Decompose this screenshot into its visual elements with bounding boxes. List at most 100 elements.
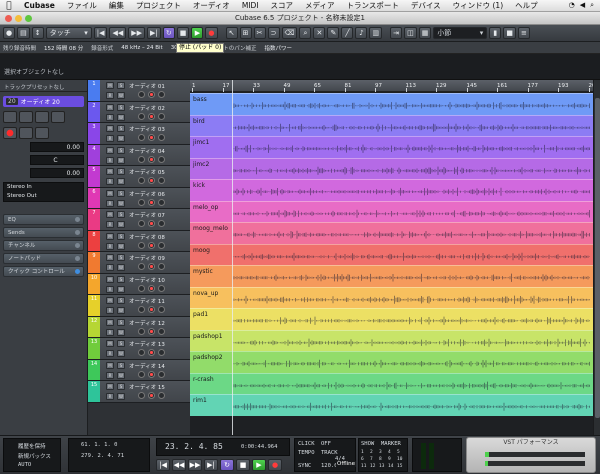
zoom-icon[interactable] xyxy=(25,15,32,22)
input-routing[interactable]: Stereo In xyxy=(4,183,83,192)
monitor-button[interactable] xyxy=(138,284,145,292)
quantize-select[interactable]: 小節 ▾ xyxy=(433,27,488,39)
menu-devices[interactable]: デバイス xyxy=(405,0,447,11)
goto-start-button[interactable]: |◀ xyxy=(156,459,170,471)
track-color[interactable]: 10 xyxy=(88,273,100,294)
audio-event[interactable]: moog_melo xyxy=(190,222,593,244)
track-name[interactable]: オーディオ 05 xyxy=(129,168,165,176)
read-button[interactable]: R xyxy=(106,307,114,314)
audio-event[interactable]: nova_up xyxy=(190,286,593,308)
automation-toggle-button[interactable]: ▤ xyxy=(17,27,30,39)
goto-end-button[interactable]: ▶| xyxy=(204,459,218,471)
draw-tool[interactable]: ✎ xyxy=(327,27,340,39)
solo-button[interactable]: S xyxy=(117,146,125,154)
edit-channel-button[interactable] xyxy=(158,370,165,378)
record-enable-button[interactable] xyxy=(148,284,155,292)
apple-icon[interactable]:  xyxy=(0,1,18,11)
mute-button[interactable]: M xyxy=(106,340,114,347)
write-button[interactable]: W xyxy=(117,393,125,400)
write-button[interactable]: W xyxy=(117,242,125,250)
marker-button[interactable]: 13 xyxy=(379,464,384,469)
rewind-button[interactable]: ◀◀ xyxy=(172,459,186,471)
record-enable-button[interactable] xyxy=(148,134,155,141)
edit-channel-button[interactable] xyxy=(158,198,165,206)
monitor-button[interactable] xyxy=(138,241,145,249)
read-button[interactable]: R xyxy=(106,264,114,271)
ruler[interactable]: 1173349658197113129145161177193209 xyxy=(190,80,593,92)
goto-start-button[interactable]: |◀ xyxy=(93,27,108,39)
tempo-label[interactable]: TEMPO xyxy=(298,450,315,456)
edit-channel-button[interactable] xyxy=(158,349,165,356)
track-color[interactable]: 13 xyxy=(88,338,100,359)
write-button[interactable] xyxy=(51,111,65,123)
record-enable-button[interactable] xyxy=(148,112,155,120)
marker-button[interactable]: 3 xyxy=(379,450,382,455)
monitor-button[interactable] xyxy=(138,134,145,141)
object-select-tool[interactable]: ↖ xyxy=(225,27,238,39)
pan-field[interactable]: C xyxy=(30,155,84,165)
mute-button[interactable]: M xyxy=(106,232,114,240)
monitor-button[interactable] xyxy=(138,112,145,120)
track-row[interactable]: 3 M S オーディオ 03 R W xyxy=(88,123,190,145)
marker-button[interactable]: 12 xyxy=(370,464,375,469)
write-button[interactable]: W xyxy=(117,328,125,336)
audio-event[interactable]: padshop2 xyxy=(190,351,593,373)
menu-score[interactable]: スコア xyxy=(264,0,299,11)
mute-button[interactable]: M xyxy=(106,318,114,326)
marker-button[interactable]: 10 xyxy=(397,457,402,462)
line-tool[interactable]: ╱ xyxy=(341,27,354,39)
edit-channel-button[interactable] xyxy=(158,306,165,313)
record-mode-2[interactable]: 新規パックス xyxy=(18,452,51,460)
record-button[interactable]: ● xyxy=(268,459,282,471)
track-row[interactable]: 5 M S オーディオ 05 R W xyxy=(88,166,190,188)
solo-button[interactable]: S xyxy=(117,275,125,283)
record-enable-button[interactable] xyxy=(148,370,155,378)
track-name[interactable]: オーディオ 06 xyxy=(129,190,165,198)
menu-window[interactable]: ウィンドウ (1) xyxy=(447,0,510,11)
solo-button[interactable]: S xyxy=(117,232,125,240)
stop-button[interactable]: ■ xyxy=(236,459,250,471)
goto-end-button[interactable]: ▶| xyxy=(147,27,161,39)
write-button[interactable]: W xyxy=(117,113,125,121)
monitor-button[interactable] xyxy=(138,198,145,206)
monitor-button[interactable] xyxy=(138,263,145,270)
write-button[interactable]: W xyxy=(117,285,125,293)
write-button[interactable]: W xyxy=(117,156,125,164)
read-button[interactable]: R xyxy=(106,350,114,357)
scroll-thumb[interactable] xyxy=(595,98,600,418)
solo-button[interactable]: S xyxy=(117,340,125,347)
edit-channel-button[interactable] xyxy=(158,284,165,292)
menu-midi[interactable]: MIDI xyxy=(236,1,265,10)
track-name[interactable]: オーディオ 08 xyxy=(129,233,165,241)
solo-button[interactable]: S xyxy=(117,103,125,111)
marker-button[interactable]: 5 xyxy=(397,450,400,455)
section-eq[interactable]: EQ xyxy=(3,214,84,225)
edit-channel-button[interactable] xyxy=(158,112,165,120)
track-row[interactable]: 14 M S オーディオ 14 R W xyxy=(88,359,190,381)
read-button[interactable]: R xyxy=(106,156,114,164)
marker-button[interactable]: 2 xyxy=(370,450,373,455)
monitor-button[interactable] xyxy=(138,91,145,98)
read-button[interactable] xyxy=(35,111,49,123)
erase-tool[interactable]: ⌫ xyxy=(281,27,298,39)
edit-channel-button[interactable] xyxy=(158,155,165,163)
track-preset[interactable]: トラックプリセットなし xyxy=(0,80,87,92)
monitor-button[interactable] xyxy=(138,155,145,163)
monitor-button[interactable] xyxy=(138,392,145,399)
monitor-button[interactable] xyxy=(19,127,33,139)
audio-event[interactable]: kick xyxy=(190,179,593,201)
glue-tool[interactable]: ⊃ xyxy=(267,27,280,39)
marker-button[interactable]: 7 xyxy=(370,457,373,462)
record-enable-button[interactable] xyxy=(148,263,155,270)
split-tool[interactable]: ✂ xyxy=(253,27,266,39)
marker-button[interactable]: 8 xyxy=(379,457,382,462)
write-button[interactable]: W xyxy=(117,371,125,379)
track-name[interactable]: オーディオ 14 xyxy=(129,362,165,370)
track-row[interactable]: 15 M S オーディオ 15 R W xyxy=(88,381,190,403)
range-tool[interactable]: ⊞ xyxy=(239,27,252,39)
auto-scroll-button[interactable]: ⇥ xyxy=(390,27,403,39)
record-enable-button[interactable] xyxy=(148,241,155,249)
audio-event[interactable]: moog xyxy=(190,243,593,265)
stop-button[interactable]: ■ xyxy=(176,27,190,39)
constrain-delay-button[interactable]: ● xyxy=(3,27,16,39)
